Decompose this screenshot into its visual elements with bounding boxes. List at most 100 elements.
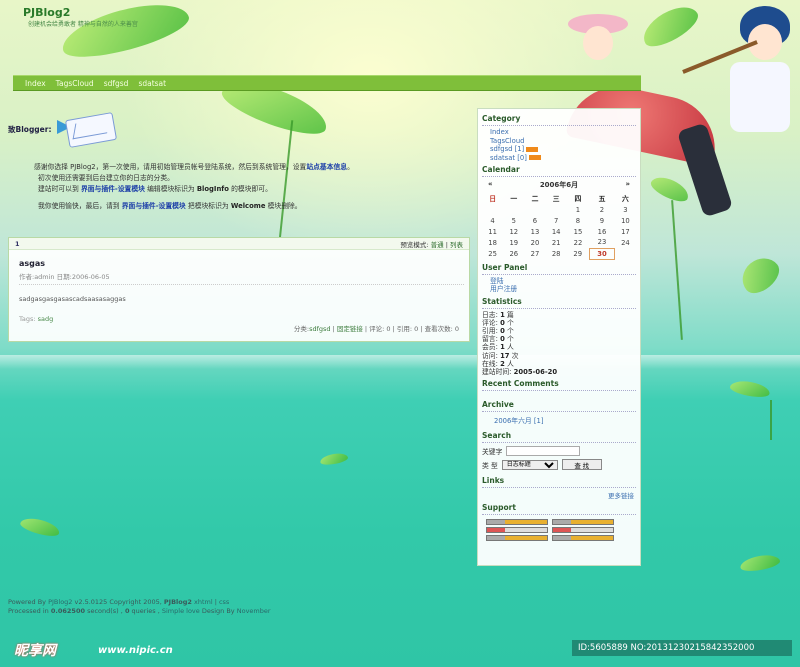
pjblog-badge[interactable] bbox=[552, 535, 614, 542]
water-line bbox=[0, 355, 800, 369]
footer-text: second(s) , bbox=[87, 607, 123, 615]
calendar-day[interactable]: 22 bbox=[567, 237, 589, 248]
calendar-week: 25 26 27 28 29 30 bbox=[482, 247, 636, 260]
view-mode-list[interactable]: 列表 bbox=[450, 241, 463, 249]
calendar-day[interactable]: 2 bbox=[589, 204, 615, 215]
post-title[interactable]: asgas bbox=[19, 259, 469, 268]
calendar-day[interactable]: 5 bbox=[503, 215, 524, 226]
leaf-decoration bbox=[319, 451, 349, 467]
module-settings-link-2[interactable]: 界面与插件-设置模块 bbox=[122, 202, 186, 210]
footer-text: PJBlog2 bbox=[163, 598, 192, 606]
category-link[interactable]: sdfgsd bbox=[309, 325, 330, 333]
calendar-day[interactable]: 11 bbox=[482, 226, 503, 237]
firefox-badge[interactable] bbox=[486, 535, 548, 542]
calendar-day[interactable]: 17 bbox=[615, 226, 636, 237]
footer-text: Powered By bbox=[8, 598, 47, 606]
blog-subtitle: 创建机会给勇敢者 精神与自然的人来善宫 bbox=[28, 21, 138, 28]
welcome-label: 致Blogger: bbox=[8, 124, 52, 134]
mail-icon bbox=[57, 110, 119, 148]
calendar-day[interactable]: 12 bbox=[503, 226, 524, 237]
leaf-decoration bbox=[637, 0, 703, 54]
register-link[interactable]: 用户注册 bbox=[490, 285, 517, 293]
calendar-day[interactable]: 29 bbox=[567, 248, 589, 259]
calendar-day[interactable]: 3 bbox=[615, 204, 636, 215]
category-item-sdatsat[interactable]: sdatsat [0] bbox=[490, 154, 527, 162]
calendar-day[interactable]: 19 bbox=[503, 237, 524, 248]
page-number[interactable]: 1 bbox=[15, 240, 20, 248]
search-type-select[interactable]: 日志标题 bbox=[501, 459, 558, 470]
site-settings-link[interactable]: 站点基本信息 bbox=[306, 163, 347, 171]
footer-text: 0.062500 bbox=[50, 607, 85, 615]
calendar-day[interactable]: 6 bbox=[524, 215, 545, 226]
calendar-month: 2006年6月 bbox=[539, 181, 579, 189]
calendar-day[interactable]: 16 bbox=[589, 226, 615, 237]
calendar-day[interactable]: 23 bbox=[589, 237, 615, 248]
calendar-day[interactable]: 25 bbox=[482, 248, 503, 259]
calendar-day[interactable]: 27 bbox=[524, 248, 545, 259]
calendar-prev[interactable]: « bbox=[488, 180, 493, 190]
rss-badge[interactable] bbox=[552, 527, 614, 534]
welcome-module-text: Welcome bbox=[230, 202, 266, 210]
welcome-block: 致Blogger: 感谢你选择 PJBlog2，第一次使用，请用初始管理员帐号登… bbox=[8, 110, 470, 212]
calendar-day[interactable]: 18 bbox=[482, 237, 503, 248]
search-input[interactable] bbox=[506, 446, 581, 457]
stat-key: 建站时间: bbox=[482, 367, 512, 376]
stat-key: 引用: bbox=[482, 326, 498, 335]
post-footer: 分类:sdfgsd | 固定链接 | 评论: 0 | 引用: 0 | 查看次数:… bbox=[293, 325, 459, 333]
rss-icon[interactable] bbox=[526, 146, 539, 152]
view-mode-normal[interactable]: 普通 bbox=[431, 241, 444, 249]
category-heading: Category bbox=[482, 114, 636, 126]
search-button[interactable]: 查 找 bbox=[561, 459, 602, 471]
calendar-day[interactable]: 28 bbox=[546, 248, 567, 259]
category-item-index[interactable]: Index bbox=[490, 128, 509, 136]
leaf-decoration bbox=[729, 378, 771, 400]
calendar-next[interactable]: » bbox=[625, 180, 630, 190]
calendar-day[interactable]: 8 bbox=[567, 215, 589, 226]
calendar-day[interactable]: 26 bbox=[503, 248, 524, 259]
stat-unit: 人 bbox=[506, 343, 514, 352]
boy-body-decoration bbox=[730, 62, 790, 132]
archive-item[interactable]: 2006年六月 [1] bbox=[482, 415, 636, 425]
module-settings-link[interactable]: 界面与插件-设置模块 bbox=[81, 185, 145, 193]
nav-sdatsat[interactable]: sdatsat bbox=[138, 79, 166, 88]
footer-xhtml-link[interactable]: xhtml bbox=[194, 598, 213, 606]
stat-value: 2 bbox=[500, 359, 505, 368]
calendar-week: 18 19 20 21 22 23 24 bbox=[482, 237, 636, 248]
w3c-badge[interactable] bbox=[486, 519, 548, 526]
nav-tagscloud[interactable]: TagsCloud bbox=[56, 79, 94, 88]
rss-badge[interactable] bbox=[486, 527, 548, 534]
w3c-badge[interactable] bbox=[552, 519, 614, 526]
footer-text: v2.5.0125 Copyright 2005, bbox=[74, 598, 162, 606]
calendar: « 2006年6月 » 日 一 二 三 四 五 六 1 2 3 4 5 6 7 8 9 10 11 1… bbox=[482, 180, 636, 260]
stat-row: 引用: 0 个 bbox=[482, 327, 636, 335]
rss-icon[interactable] bbox=[528, 155, 541, 160]
calendar-day[interactable]: 20 bbox=[524, 237, 545, 248]
more-links[interactable]: 更多链接 bbox=[482, 490, 636, 500]
leaf-decoration bbox=[648, 172, 692, 206]
calendar-day[interactable]: 7 bbox=[546, 215, 567, 226]
calendar-day[interactable]: 10 bbox=[615, 215, 636, 226]
calendar-day[interactable]: 21 bbox=[546, 237, 567, 248]
calendar-day[interactable]: 9 bbox=[589, 215, 615, 226]
permalink[interactable]: 固定链接 bbox=[337, 325, 363, 333]
calendar-day[interactable]: 14 bbox=[546, 226, 567, 237]
weekday-header: 一 bbox=[510, 195, 518, 203]
category-item-sdfgsd[interactable]: sdfgsd [1] bbox=[490, 145, 524, 153]
calendar-day[interactable]: 13 bbox=[524, 226, 545, 237]
calendar-day[interactable]: 24 bbox=[615, 237, 636, 248]
watermark-logo: 昵享网 bbox=[14, 643, 56, 659]
footer-author-link[interactable]: November bbox=[237, 607, 271, 615]
category-item-tagscloud[interactable]: TagsCloud bbox=[490, 137, 524, 145]
blog-title[interactable]: PJBlog2 bbox=[23, 6, 70, 19]
calendar-day[interactable]: 15 bbox=[567, 226, 589, 237]
footer-skin-link[interactable]: Simple love bbox=[162, 607, 200, 615]
tag-link[interactable]: sadg bbox=[38, 315, 54, 323]
footer-css-link[interactable]: css bbox=[219, 598, 229, 606]
login-link[interactable]: 登陆 bbox=[490, 277, 504, 285]
calendar-day[interactable]: 4 bbox=[482, 215, 503, 226]
calendar-day[interactable]: 30 bbox=[588, 247, 616, 260]
footer-pjblog-link[interactable]: PJBlog2 bbox=[48, 598, 72, 606]
nav-index[interactable]: Index bbox=[25, 79, 46, 88]
calendar-day[interactable]: 1 bbox=[567, 204, 589, 215]
nav-sdfgsd[interactable]: sdfgsd bbox=[104, 79, 129, 88]
